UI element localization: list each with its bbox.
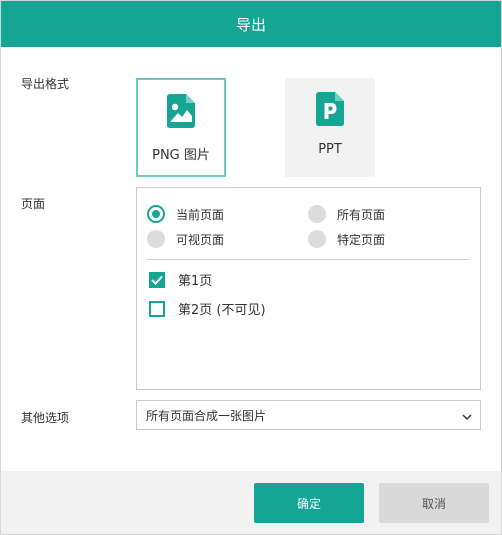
radio-all-pages[interactable]: 所有页面 bbox=[308, 205, 385, 223]
confirm-button[interactable]: 确定 bbox=[254, 483, 364, 523]
format-option-label: PPT bbox=[318, 142, 342, 157]
page-checkbox-label: 第1页 bbox=[178, 274, 213, 289]
radio-specific-pages[interactable]: 特定页面 bbox=[308, 230, 385, 248]
radio-selected-icon bbox=[147, 205, 165, 223]
page-checkbox-label: 第2页 (不可见) bbox=[178, 303, 266, 318]
ppt-file-icon bbox=[316, 92, 344, 130]
format-option-png[interactable]: PNG 图片 bbox=[136, 78, 226, 177]
select-value: 所有页面合成一张图片 bbox=[146, 408, 267, 423]
export-dialog: 导出 导出格式 PNG 图片 PPT 页面 当前页面 所有页面 可视页面 特定页… bbox=[0, 0, 502, 535]
page-checkbox-item[interactable]: 第1页 bbox=[149, 270, 212, 289]
radio-label: 特定页面 bbox=[337, 232, 386, 247]
checkbox-unchecked-icon bbox=[149, 300, 165, 317]
checkbox-checked-icon bbox=[149, 271, 165, 288]
page-checkbox-item[interactable]: 第2页 (不可见) bbox=[149, 299, 266, 318]
radio-visible-pages[interactable]: 可视页面 bbox=[147, 230, 224, 248]
radio-unselected-icon bbox=[308, 230, 326, 248]
radio-unselected-icon bbox=[308, 205, 326, 223]
format-option-label: PNG 图片 bbox=[152, 148, 210, 163]
dialog-title: 导出 bbox=[235, 15, 266, 34]
radio-label: 所有页面 bbox=[337, 207, 386, 222]
cancel-button[interactable]: 取消 bbox=[379, 483, 489, 523]
pages-label: 页面 bbox=[21, 197, 46, 211]
format-option-ppt[interactable]: PPT bbox=[285, 78, 375, 177]
dialog-header: 导出 bbox=[1, 1, 501, 47]
chevron-down-icon bbox=[462, 410, 472, 424]
pages-divider bbox=[147, 259, 470, 260]
pages-panel: 当前页面 所有页面 可视页面 特定页面 第1页 第2页 (不可见) bbox=[136, 187, 481, 390]
export-format-label: 导出格式 bbox=[21, 77, 70, 91]
other-options-label: 其他选项 bbox=[21, 411, 70, 425]
other-options-select[interactable]: 所有页面合成一张图片 bbox=[136, 400, 481, 430]
image-file-icon bbox=[167, 94, 195, 132]
radio-unselected-icon bbox=[147, 230, 165, 248]
radio-label: 当前页面 bbox=[176, 207, 225, 222]
radio-current-page[interactable]: 当前页面 bbox=[147, 205, 224, 223]
radio-label: 可视页面 bbox=[176, 232, 225, 247]
dialog-footer: 确定 取消 bbox=[1, 471, 501, 534]
